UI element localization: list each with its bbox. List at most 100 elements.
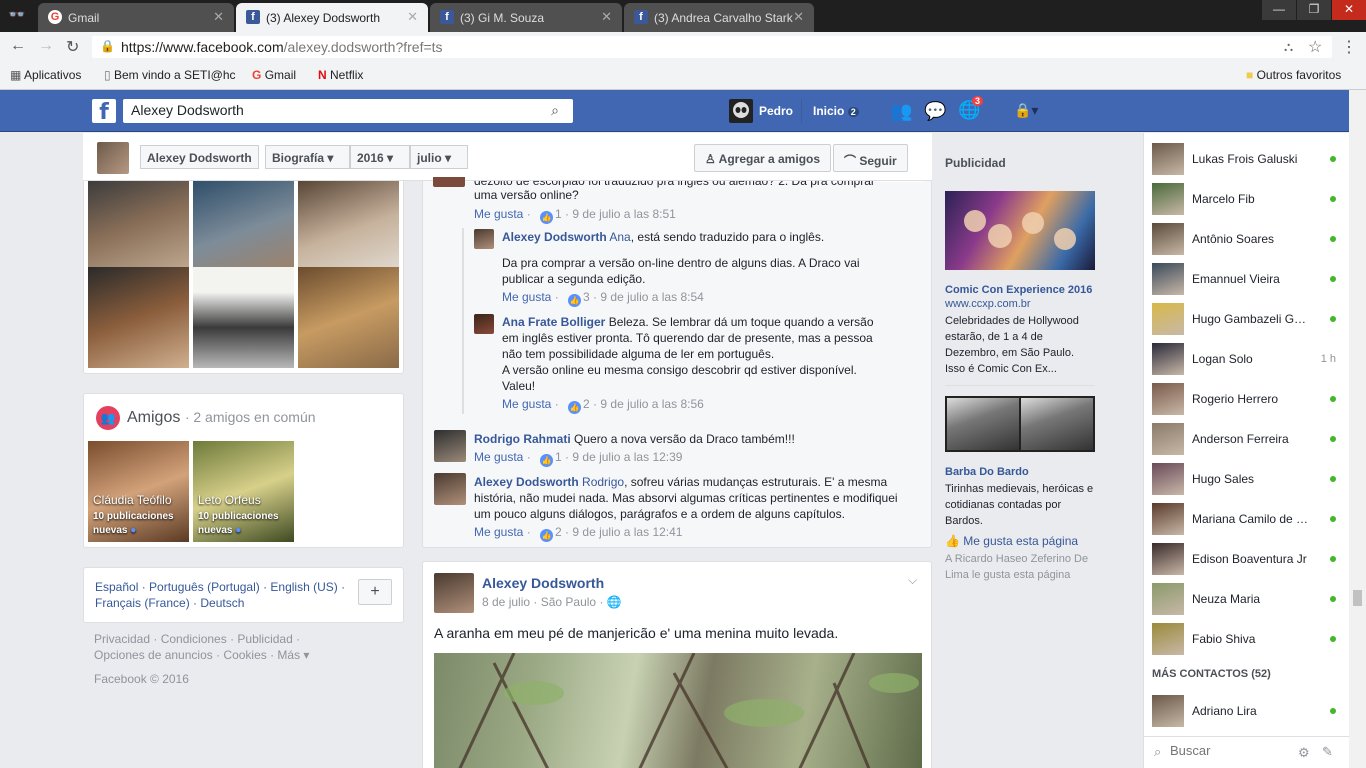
comment-author[interactable]: Rodrigo Rahmati [474,432,571,446]
mutual-friends-count[interactable]: · 2 amigos en común [185,409,316,425]
photo-thumbnail[interactable] [298,267,399,368]
like-page-link[interactable]: 👍 Me gusta esta página [945,534,1078,548]
post-author[interactable]: Alexey Dodsworth [482,575,604,591]
crumb-month[interactable]: julio ▾ [410,145,468,169]
add-friend-button[interactable]: ♙ Agregar a amigos [694,144,832,172]
friend-tile[interactable]: Cláudia Teófilo 10 publicaciones nuevas … [88,441,189,542]
bookmark-apps[interactable]: ▦ Aplicativos [10,68,81,82]
bookmark-gmail[interactable]: G Gmail [252,68,296,82]
friend-name[interactable]: Leto Orfeus [198,493,261,507]
chat-contact[interactable]: Emannuel Vieira [1152,263,1342,295]
comment-time[interactable]: 9 de julio a las 8:54 [600,290,703,304]
compose-icon[interactable]: ✎ [1322,744,1333,760]
profile-link[interactable]: Pedro [759,104,793,118]
crumb-name[interactable]: Alexey Dodsworth [140,145,259,169]
ad-image-barba[interactable] [945,396,1095,452]
chevron-down-icon[interactable]: ⌵ [908,573,917,588]
ad-title[interactable]: Barba Do Bardo [945,466,1029,478]
commenter-avatar[interactable] [474,229,494,249]
quick-help-icon[interactable]: 🔒▾ [1014,102,1038,119]
chat-contact[interactable]: Mariana Camilo de Souza [1152,503,1342,535]
address-bar[interactable]: 🔒 https://www.facebook.com/alexey.dodswo… [92,36,1332,58]
bookmark-star-icon[interactable]: ☆ [1308,37,1322,57]
like-count[interactable]: 1 [555,207,562,221]
tab-gi-souza[interactable]: f (3) Gi M. Souza ✕ [430,3,622,32]
like-count[interactable]: 2 [555,525,562,539]
search-input[interactable]: Alexey Dodsworth ⌕ [123,99,573,123]
minimize-icon[interactable]: — [1262,0,1296,20]
scrollbar-thumb[interactable] [1353,590,1362,606]
friend-requests-icon[interactable]: 👥 [890,101,912,122]
gear-icon[interactable]: ⚙ [1298,745,1310,761]
like-count[interactable]: 2 [583,397,590,411]
menu-icon[interactable]: ⋮ [1341,37,1357,57]
commenter-avatar[interactable] [434,430,466,462]
chat-contact[interactable]: Antônio Soares [1152,223,1342,255]
bookmark-other[interactable]: ■ Outros favoritos [1246,68,1341,82]
chat-contact[interactable]: Edison Boaventura Jr [1152,543,1342,575]
chat-contact[interactable]: Fabio Shiva [1152,623,1342,655]
scrollbar[interactable] [1349,90,1366,768]
chat-contact[interactable]: Lukas Frois Galuski [1152,143,1342,175]
follow-button[interactable]: ⌒ Seguir [833,144,908,172]
facebook-logo-icon[interactable]: f [92,99,116,125]
comment-time[interactable]: 9 de julio a las 8:56 [600,397,703,411]
ad-url[interactable]: www.ccxp.com.br [945,298,1031,310]
comment-author[interactable]: Alexey Dodsworth [474,475,579,489]
tab-gmail[interactable]: G Gmail ✕ [38,3,234,32]
profile-thumbnail[interactable] [97,142,129,174]
search-icon[interactable]: ⌕ [551,102,559,119]
bookmark-seti[interactable]: ▯ Bem vindo a SETI@hc [104,68,238,82]
messages-icon[interactable]: 💬 [924,101,946,122]
close-tab-icon[interactable]: ✕ [601,9,612,25]
reload-icon[interactable]: ↻ [66,37,79,57]
like-link[interactable]: Me gusta [474,450,523,464]
close-tab-icon[interactable]: ✕ [793,9,804,25]
crumb-year[interactable]: 2016 ▾ [350,145,410,169]
tab-alexey[interactable]: f (3) Alexey Dodsworth ✕ [236,3,428,32]
photo-thumbnail[interactable] [193,267,294,368]
maximize-icon[interactable]: ❐ [1297,0,1331,20]
forward-icon[interactable]: → [38,37,54,55]
post-place[interactable]: São Paulo [541,595,596,609]
chat-contact[interactable]: Logan Solo 1 h [1152,343,1342,375]
comment-time[interactable]: 9 de julio a las 12:39 [572,450,682,464]
post-photo[interactable] [434,653,922,768]
mention-link[interactable]: Ana [609,230,630,244]
chat-contact[interactable]: Hugo Sales [1152,463,1342,495]
ad-image-comiccon[interactable] [945,191,1095,270]
like-count[interactable]: 1 [555,450,562,464]
language-links[interactable]: Español · Português (Portugal) · English… [95,579,350,611]
comment-author[interactable]: Ana Frate Bolliger [502,315,605,329]
comment-author[interactable]: Alexey Dodsworth [502,230,607,244]
commenter-avatar[interactable] [433,177,465,187]
photo-thumbnail[interactable] [88,267,189,368]
comment-time[interactable]: 9 de julio a las 8:51 [572,207,675,221]
like-link[interactable]: Me gusta [474,525,523,539]
footer-links-2[interactable]: Opciones de anuncios · Cookies · Más ▾ [94,648,309,662]
translate-icon[interactable]: ⛬ [1284,39,1293,55]
ad-title[interactable]: Comic Con Experience 2016 [945,284,1092,296]
chat-contact[interactable]: Neuza Maria [1152,583,1342,615]
friend-tile[interactable]: Leto Orfeus 10 publicaciones nuevas ● [193,441,294,542]
chat-contact[interactable]: Hugo Gambazeli Gavião [1152,303,1342,335]
close-window-icon[interactable]: ✕ [1332,0,1366,20]
chat-contact[interactable]: Anderson Ferreira [1152,423,1342,455]
friends-title[interactable]: Amigos [127,409,180,426]
add-language-button[interactable]: + [358,579,392,605]
like-link[interactable]: Me gusta [502,290,551,304]
user-avatar[interactable] [729,99,753,123]
like-link[interactable]: Me gusta [474,207,523,221]
commenter-avatar[interactable] [434,473,466,505]
chat-search-input[interactable] [1170,743,1290,758]
tab-andrea[interactable]: f (3) Andrea Carvalho Stark ✕ [624,3,814,32]
close-tab-icon[interactable]: ✕ [407,9,418,25]
bookmark-netflix[interactable]: N Netflix [318,68,363,82]
post-author-avatar[interactable] [434,573,474,613]
commenter-avatar[interactable] [474,314,494,334]
chat-contact[interactable]: Marcelo Fib [1152,183,1342,215]
comment-time[interactable]: 9 de julio a las 12:41 [572,525,682,539]
like-count[interactable]: 3 [583,290,590,304]
crumb-biography[interactable]: Biografía ▾ [265,145,350,169]
close-tab-icon[interactable]: ✕ [213,9,224,25]
